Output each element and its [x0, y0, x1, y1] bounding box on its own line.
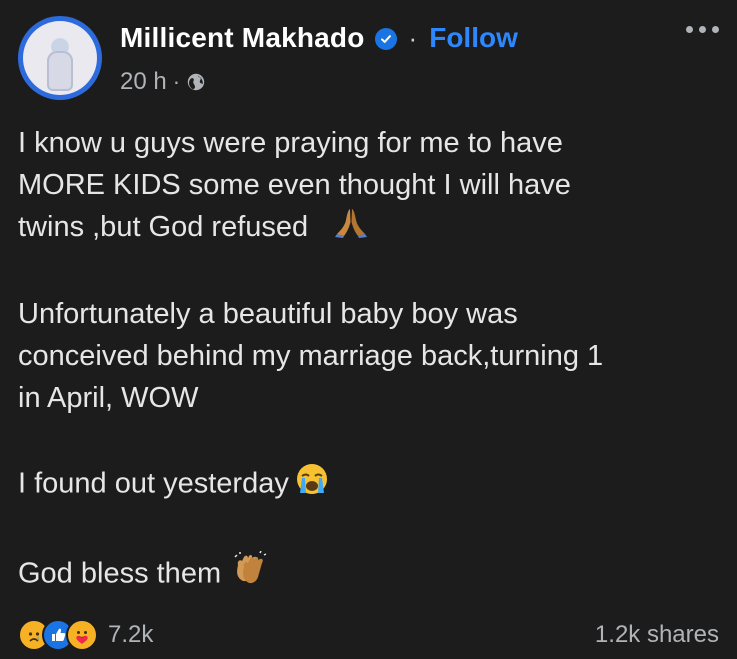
avatar-photo — [23, 21, 97, 95]
facebook-post: Millicent Makhado · Follow 20 h · I know… — [0, 0, 737, 659]
text-segment: I found out yesterday — [18, 468, 289, 500]
author-name[interactable]: Millicent Makhado — [120, 22, 365, 54]
meta-separator: · — [172, 69, 181, 94]
share-count[interactable]: 1.2k shares — [595, 621, 719, 649]
crying-face-emoji — [295, 462, 329, 508]
author-avatar[interactable] — [18, 16, 102, 100]
praying-hands-emoji — [334, 206, 368, 250]
post-meta: 20 h · — [120, 68, 206, 96]
care-reaction-icon — [66, 619, 98, 651]
text-line: in April, WOW — [18, 382, 199, 415]
text-segment: twins ,but God refused — [18, 211, 309, 243]
text-segment: God bless them — [18, 558, 222, 590]
text-line-with-emoji: twins ,but God refused — [18, 206, 718, 250]
clapping-hands-emoji — [231, 551, 267, 599]
more-dot — [686, 26, 693, 33]
text-line-with-emoji: I found out yesterday — [18, 462, 718, 508]
text-line: Unfortunately a beautiful baby boy was — [18, 298, 518, 331]
text-line: MORE KIDS some even thought I will have — [18, 169, 571, 201]
follow-button[interactable]: Follow — [429, 22, 518, 54]
globe-icon[interactable] — [186, 72, 206, 92]
more-dot — [712, 26, 719, 33]
reaction-count[interactable]: 7.2k — [108, 621, 153, 649]
text-line: I know u guys were praying for me to hav… — [18, 127, 563, 159]
reaction-summary[interactable] — [18, 619, 98, 651]
paragraph-1: I know u guys were praying for me to hav… — [18, 122, 718, 250]
more-dot — [699, 26, 706, 33]
post-body: I know u guys were praying for me to hav… — [18, 122, 718, 642]
separator-dot: · — [408, 22, 418, 53]
post-time[interactable]: 20 h — [120, 68, 167, 96]
paragraph-2: Unfortunately a beautiful baby boy was c… — [18, 293, 718, 419]
text-line: conceived behind my marriage back,turnin… — [18, 340, 604, 373]
paragraph-4: God bless them — [18, 551, 718, 599]
author-row: Millicent Makhado · Follow — [120, 22, 518, 54]
post-footer: 7.2k 1.2k shares — [18, 617, 719, 653]
text-line-with-emoji: God bless them — [18, 551, 718, 599]
post-header: Millicent Makhado · Follow 20 h · — [18, 16, 719, 106]
verified-badge-icon — [374, 28, 397, 50]
paragraph-3: I found out yesterday — [18, 462, 718, 508]
more-options-icon[interactable] — [686, 26, 719, 33]
